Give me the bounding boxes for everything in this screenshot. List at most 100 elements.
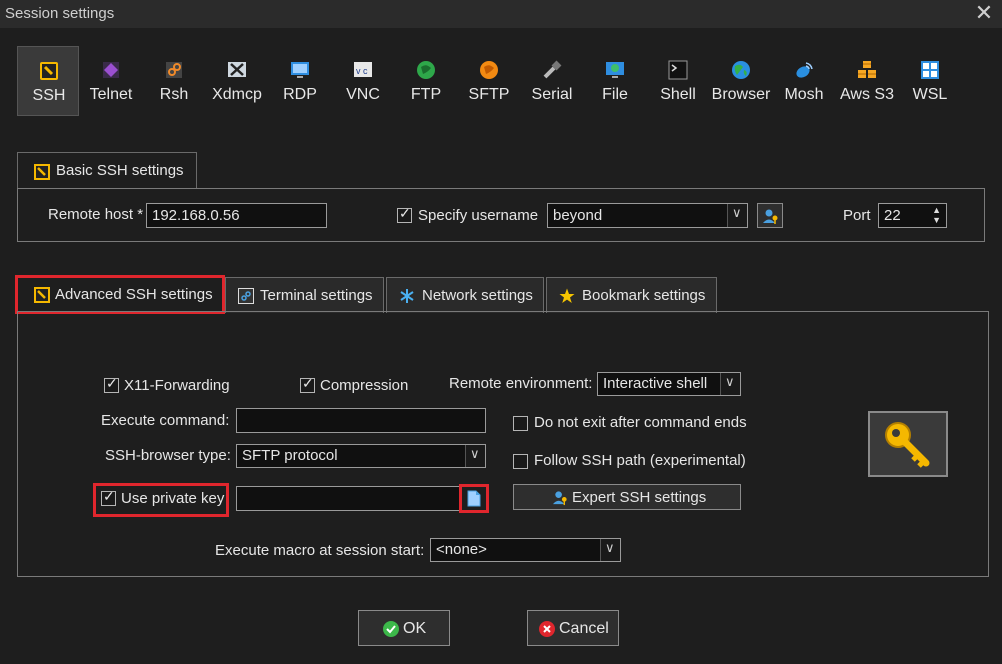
protocol-mosh[interactable]: Mosh xyxy=(773,46,835,116)
expert-ssh-settings-button[interactable]: Expert SSH settings xyxy=(513,484,741,510)
port-spinbox[interactable]: 22 ▲ ▼ xyxy=(878,203,947,228)
ssh-browser-type-value: SFTP protocol xyxy=(242,447,338,464)
ssh-key-image xyxy=(868,411,948,477)
close-icon[interactable]: ✕ xyxy=(973,2,995,24)
execute-command-label: Execute command: xyxy=(101,412,230,429)
x11-forwarding-label: X11-Forwarding xyxy=(124,377,230,394)
key-icon xyxy=(885,422,930,468)
check-icon: ✓ xyxy=(103,488,115,504)
protocol-file[interactable]: File xyxy=(584,46,646,116)
protocol-browser[interactable]: Browser xyxy=(710,46,772,116)
protocol-wsl[interactable]: WSL xyxy=(899,46,961,116)
x11-forwarding-checkbox[interactable]: ✓ xyxy=(104,375,119,393)
highlight-advanced-tab xyxy=(15,275,225,314)
tab-basic-ssh-settings[interactable]: Basic SSH settings xyxy=(17,152,197,189)
port-value: 22 xyxy=(884,207,901,224)
cancel-circle-icon xyxy=(539,621,555,637)
svg-text:v c: v c xyxy=(356,66,368,76)
protocol-rdp[interactable]: RDP xyxy=(269,46,331,116)
use-private-key-label: Use private key xyxy=(121,490,225,507)
protocol-serial[interactable]: Serial xyxy=(521,46,583,116)
tab-network-settings[interactable]: Network settings xyxy=(386,277,544,313)
tab-terminal-settings[interactable]: Terminal settings xyxy=(225,277,384,313)
ssh-browser-type-dropdown[interactable]: ∨ xyxy=(465,445,485,467)
protocol-aws-s3[interactable]: Aws S3 xyxy=(836,46,898,116)
protocol-ssh[interactable]: SSH xyxy=(17,46,79,116)
star-icon xyxy=(559,288,575,303)
sftp-icon xyxy=(480,61,498,79)
do-not-exit-checkbox[interactable] xyxy=(513,416,528,431)
document-icon xyxy=(467,490,481,507)
compression-checkbox[interactable]: ✓ xyxy=(300,375,315,393)
private-key-path-input[interactable] xyxy=(236,486,462,511)
ssh-icon xyxy=(40,62,58,80)
remote-host-input[interactable]: 192.168.0.56 xyxy=(146,203,327,228)
remote-environment-select[interactable]: Interactive shell ∨ xyxy=(597,372,741,396)
execute-command-input[interactable] xyxy=(236,408,486,433)
spin-arrows-icon[interactable]: ▲ ▼ xyxy=(932,205,941,225)
browser-icon xyxy=(732,61,750,79)
remote-host-label: Remote host * xyxy=(48,206,144,223)
file-icon xyxy=(606,62,624,78)
protocol-xdmcp[interactable]: Xdmcp xyxy=(206,46,268,116)
xdmcp-icon xyxy=(228,62,246,77)
remote-environment-value: Interactive shell xyxy=(603,375,708,392)
follow-ssh-path-checkbox[interactable] xyxy=(513,454,528,469)
mosh-icon xyxy=(796,62,813,78)
ssh-browser-type-select[interactable]: SFTP protocol ∨ xyxy=(236,444,486,468)
execute-macro-value: <none> xyxy=(436,541,487,558)
remote-environment-label: Remote environment: xyxy=(449,375,593,392)
ok-button[interactable]: OK xyxy=(358,610,450,646)
protocol-vnc[interactable]: v c VNC xyxy=(332,46,394,116)
remote-environment-dropdown[interactable]: ∨ xyxy=(720,373,740,395)
port-label: Port xyxy=(843,207,871,224)
execute-macro-label: Execute macro at session start: xyxy=(215,542,425,559)
shell-icon xyxy=(668,60,688,80)
rsh-icon xyxy=(166,62,182,78)
check-icon: ✓ xyxy=(106,375,118,391)
username-combobox[interactable]: beyond ∨ xyxy=(547,203,748,228)
user-key-icon xyxy=(763,209,778,224)
compression-label: Compression xyxy=(320,377,409,394)
execute-macro-select[interactable]: <none> ∨ xyxy=(430,538,621,562)
use-private-key-checkbox[interactable]: ✓ xyxy=(101,488,116,506)
username-dropdown-button[interactable]: ∨ xyxy=(727,204,747,227)
network-icon xyxy=(400,289,414,303)
execute-macro-dropdown[interactable]: ∨ xyxy=(600,539,620,561)
ftp-icon xyxy=(417,61,435,79)
do-not-exit-label: Do not exit after command ends xyxy=(534,414,747,431)
terminal-icon xyxy=(238,288,254,304)
browse-key-file-button[interactable] xyxy=(462,487,486,510)
remote-host-value: 192.168.0.56 xyxy=(152,207,240,224)
cancel-button[interactable]: Cancel xyxy=(527,610,619,646)
wrench-icon xyxy=(34,164,50,180)
user-manager-button[interactable] xyxy=(757,203,783,228)
tab-bookmark-settings[interactable]: Bookmark settings xyxy=(546,277,717,313)
follow-ssh-path-label: Follow SSH path (experimental) xyxy=(534,452,746,469)
specify-username-label: Specify username xyxy=(418,207,539,224)
chevron-down-icon: ∨ xyxy=(732,205,742,220)
protocol-ftp[interactable]: FTP xyxy=(395,46,457,116)
username-value: beyond xyxy=(553,207,603,224)
tab-label: Network settings xyxy=(422,287,533,304)
tab-label: Basic SSH settings xyxy=(56,162,184,179)
chevron-down-icon: ∨ xyxy=(605,540,615,555)
window-title: Session settings xyxy=(5,5,115,22)
title-bar xyxy=(0,0,1002,28)
specify-username-checkbox[interactable]: ✓ xyxy=(397,205,412,223)
ssh-browser-type-label: SSH-browser type: xyxy=(105,447,231,464)
serial-icon xyxy=(543,60,562,79)
aws-s3-icon xyxy=(858,61,876,78)
check-icon: ✓ xyxy=(302,375,314,391)
chevron-down-icon: ∨ xyxy=(725,374,735,389)
protocol-telnet[interactable]: Telnet xyxy=(80,46,142,116)
expert-ssh-settings-label: Expert SSH settings xyxy=(572,489,707,506)
check-circle-icon xyxy=(383,621,399,637)
tab-label: Bookmark settings xyxy=(582,287,706,304)
protocol-sftp[interactable]: SFTP xyxy=(458,46,520,116)
protocol-label: WSL xyxy=(912,86,948,103)
rdp-icon xyxy=(291,62,309,78)
protocol-shell[interactable]: Shell xyxy=(647,46,709,116)
vnc-icon: v c xyxy=(354,62,372,77)
protocol-rsh[interactable]: Rsh xyxy=(143,46,205,116)
